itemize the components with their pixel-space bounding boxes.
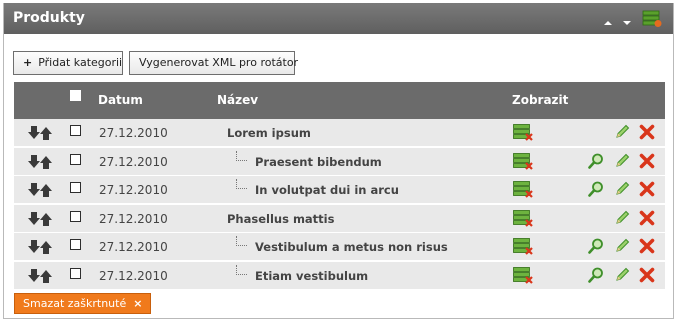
row-date: 27.12.2010 [99,126,168,140]
row-name[interactable]: Vestibulum a metus non risus [255,240,448,254]
search-icon[interactable] [588,181,604,200]
row-name[interactable]: In volutpat dui in arcu [255,183,399,197]
close-icon: × [133,297,143,310]
edit-icon[interactable] [614,238,630,257]
table-row: 27.12.2010 Lorem ipsum [14,119,665,147]
delete-icon[interactable] [639,238,655,257]
row-date: 27.12.2010 [99,154,168,169]
select-all-checkbox-wrap [70,90,81,104]
row-checkbox[interactable] [70,267,81,279]
row-checkbox[interactable] [70,182,81,193]
tree-connector [236,264,247,275]
search-icon[interactable] [588,238,604,257]
column-header-date[interactable]: Datum [98,93,143,107]
row-date: 27.12.2010 [99,268,168,283]
edit-icon[interactable] [614,124,630,143]
toggle-visibility-icon[interactable] [513,152,533,173]
toggle-visibility-icon[interactable] [513,181,533,201]
row-date: 27.12.2010 [99,211,168,226]
move-arrows-icon[interactable] [28,240,54,257]
edit-icon[interactable] [614,210,630,229]
collapse-up-icon[interactable] [604,20,613,25]
generate-xml-button[interactable]: Vygenerovat XML pro rotátor [129,51,298,75]
add-category-label: Přidat kategorii [38,56,123,69]
row-checkbox[interactable] [70,125,81,136]
toggle-visibility-icon[interactable] [513,124,533,144]
table-row: 27.12.2010 Vestibulum a metus non risus [14,233,665,261]
delete-checked-label: Smazat zaškrtnuté [23,297,127,310]
panel-collapse-controls [597,15,631,29]
move-arrows-icon[interactable] [28,183,54,200]
table-row: 27.12.2010 In volutpat dui in arcu [14,176,665,204]
row-name[interactable]: Phasellus mattis [227,212,334,226]
row-checkbox[interactable] [70,239,81,250]
table-header: Datum Název Zobrazit [14,82,665,119]
edit-icon[interactable] [614,181,630,200]
move-arrows-icon[interactable] [28,126,54,143]
delete-checked-button[interactable]: Smazat zaškrtnuté × [14,293,152,314]
plus-icon: + [23,56,33,69]
tree-connector [236,179,247,189]
row-name[interactable]: Praesent bibendum [255,155,382,169]
search-icon[interactable] [588,153,604,172]
table-row: 27.12.2010 Etiam vestibulum [14,261,665,290]
delete-icon[interactable] [639,267,655,286]
move-arrows-icon[interactable] [28,268,54,286]
row-name[interactable]: Etiam vestibulum [255,269,368,283]
delete-icon[interactable] [639,210,655,229]
tree-connector [236,150,247,161]
grid-settings-icon[interactable] [642,10,662,31]
move-arrows-icon[interactable] [28,154,54,172]
move-arrows-icon[interactable] [28,211,54,229]
toggle-visibility-icon[interactable] [513,266,533,287]
row-checkbox[interactable] [70,153,81,165]
panel-title: Produkty [13,10,85,26]
search-icon[interactable] [588,267,604,286]
toggle-visibility-icon[interactable] [513,238,533,258]
table-row: 27.12.2010 Phasellus mattis [14,204,665,233]
table-row: 27.12.2010 Praesent bibendum [14,147,665,176]
row-date: 27.12.2010 [99,240,168,254]
delete-icon[interactable] [639,181,655,200]
edit-icon[interactable] [614,267,630,286]
edit-icon[interactable] [614,153,630,172]
collapse-down-icon[interactable] [623,20,631,25]
tree-connector [236,236,247,246]
delete-icon[interactable] [639,124,655,143]
delete-icon[interactable] [639,153,655,172]
row-checkbox[interactable] [70,210,81,222]
panel-header: Produkty [4,3,673,34]
column-header-name[interactable]: Název [217,93,258,107]
products-panel: Produkty + Přidat kategorii Vygenerovat X… [3,3,674,319]
add-category-button[interactable]: + Přidat kategorii [13,51,123,75]
row-name[interactable]: Lorem ipsum [227,126,311,140]
row-date: 27.12.2010 [99,183,168,197]
column-header-show: Zobrazit [512,93,569,107]
select-all-checkbox[interactable] [70,90,81,101]
toggle-visibility-icon[interactable] [513,209,533,230]
